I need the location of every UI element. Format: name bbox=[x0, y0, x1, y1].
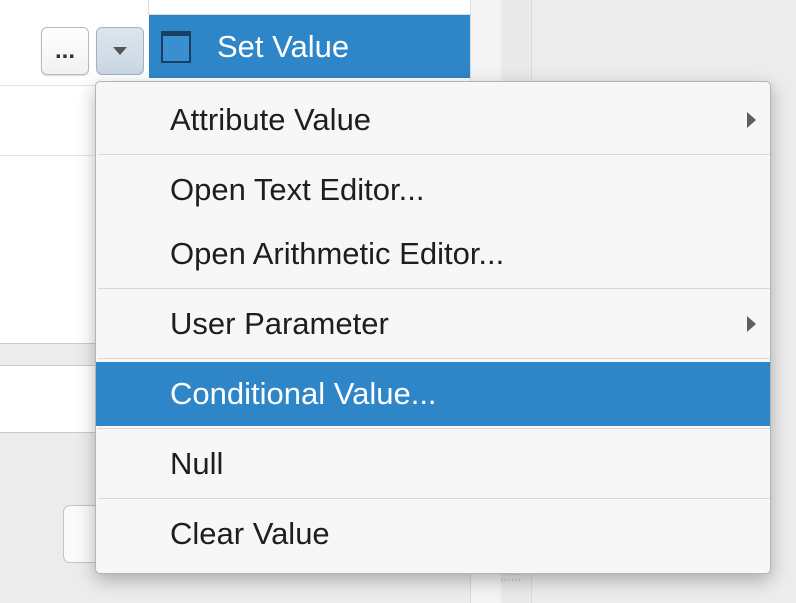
more-button[interactable]: ... bbox=[41, 27, 89, 75]
menu-item-open-text-editor[interactable]: Open Text Editor... bbox=[96, 158, 770, 222]
menu-item-null[interactable]: Null bbox=[96, 432, 770, 496]
menu-item-clear-value[interactable]: Clear Value bbox=[96, 502, 770, 566]
value-popup-menu: Attribute Value Open Text Editor... Open… bbox=[95, 81, 771, 574]
menu-item-user-parameter[interactable]: User Parameter bbox=[96, 292, 770, 356]
column-divider bbox=[148, 0, 149, 14]
menu-separator bbox=[98, 498, 770, 499]
menu-item-label: User Parameter bbox=[170, 306, 389, 341]
field-icon bbox=[161, 30, 191, 63]
menu-item-conditional-value[interactable]: Conditional Value... bbox=[96, 362, 770, 426]
menu-item-label: Open Text Editor... bbox=[170, 172, 425, 207]
more-button-label: ... bbox=[54, 37, 75, 64]
menu-separator bbox=[98, 428, 770, 429]
menu-separator bbox=[98, 288, 770, 289]
submenu-arrow-icon bbox=[747, 316, 756, 332]
submenu-arrow-icon bbox=[747, 112, 756, 128]
triangle-down-icon bbox=[113, 47, 127, 55]
menu-item-label: Null bbox=[170, 446, 224, 481]
menu-separator bbox=[98, 358, 770, 359]
menu-separator bbox=[98, 154, 770, 155]
set-value-cell[interactable]: Set Value bbox=[149, 15, 470, 78]
menu-item-label: Clear Value bbox=[170, 516, 330, 551]
menu-item-open-arithmetic-editor[interactable]: Open Arithmetic Editor... bbox=[96, 222, 770, 286]
menu-item-label: Attribute Value bbox=[170, 102, 372, 137]
resize-grip-icon[interactable]: ⋯⋯ ⋯⋯ bbox=[500, 570, 526, 586]
menu-item-attribute-value[interactable]: Attribute Value bbox=[96, 88, 770, 152]
menu-item-label: Conditional Value... bbox=[170, 376, 437, 411]
menu-item-label: Open Arithmetic Editor... bbox=[170, 236, 505, 271]
set-value-label: Set Value bbox=[217, 28, 350, 64]
value-dropdown-button[interactable] bbox=[96, 27, 144, 75]
